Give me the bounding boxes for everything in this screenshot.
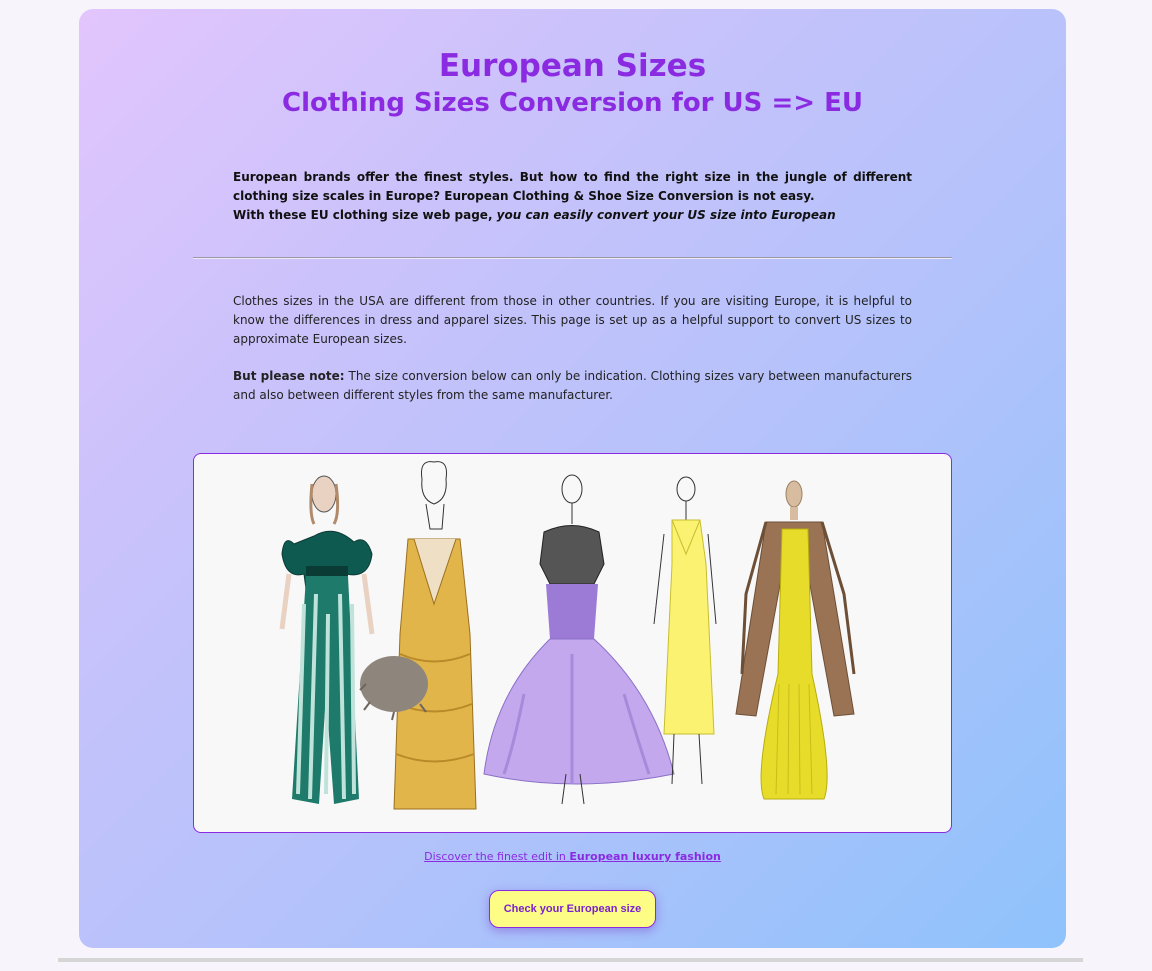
figure-brown-coat [735, 480, 856, 800]
body-note: But please note: The size conversion bel… [233, 367, 912, 405]
note-label: But please note: [233, 369, 345, 383]
discover-prefix: Discover the finest edit in [424, 850, 570, 863]
figure-yellow-slip-dress [653, 476, 717, 785]
section-divider [193, 257, 952, 259]
discover-line: Discover the finest edit in European lux… [79, 850, 1066, 863]
horizontal-scrollbar[interactable] [58, 958, 1083, 962]
discover-link-label: European luxury fashion [569, 850, 721, 863]
intro-line-2-prefix: With these EU clothing size web page, [233, 208, 493, 222]
intro-text: European brands offer the finest styles.… [233, 168, 912, 225]
intro-line-2: With these EU clothing size web page, yo… [233, 206, 912, 225]
body-paragraph-1: Clothes sizes in the USA are different f… [233, 294, 912, 346]
figure-green-dress [279, 475, 375, 804]
page-subtitle: Clothing Sizes Conversion for US => EU [282, 88, 863, 118]
intro-line-2-emphasis: you can easily convert your US size into… [492, 208, 836, 222]
fashion-sketches-image [193, 453, 952, 833]
figure-purple-gown [483, 474, 675, 805]
body-text: Clothes sizes in the USA are different f… [233, 292, 912, 423]
intro-line-1: European brands offer the finest styles.… [233, 170, 912, 203]
page-title: European Sizes [438, 48, 707, 84]
figure-yellow-ruffle-dress [359, 461, 477, 810]
check-european-size-button[interactable]: Check your European size [489, 890, 656, 928]
european-luxury-fashion-link[interactable]: Discover the finest edit in European lux… [424, 850, 721, 863]
main-card: European Sizes Clothing Sizes Conversion… [79, 9, 1066, 948]
